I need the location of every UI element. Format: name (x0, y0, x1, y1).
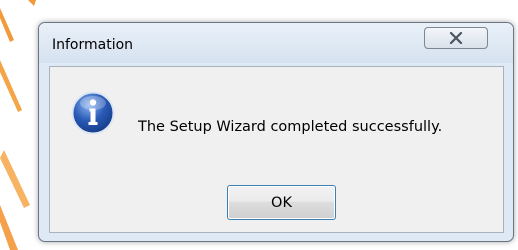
information-dialog: Information The Setup Wizard completed s… (38, 22, 514, 242)
close-button[interactable] (424, 27, 488, 49)
close-icon (449, 32, 463, 44)
message-text: The Setup Wizard completed successfully. (138, 119, 443, 135)
info-icon (71, 91, 115, 135)
title-bar[interactable]: Information (39, 23, 513, 63)
dialog-title: Information (52, 37, 134, 53)
dialog-content: The Setup Wizard completed successfully.… (49, 66, 504, 233)
screen: Information The Setup Wizard completed s… (0, 0, 518, 250)
ok-button[interactable]: OK (227, 185, 336, 220)
